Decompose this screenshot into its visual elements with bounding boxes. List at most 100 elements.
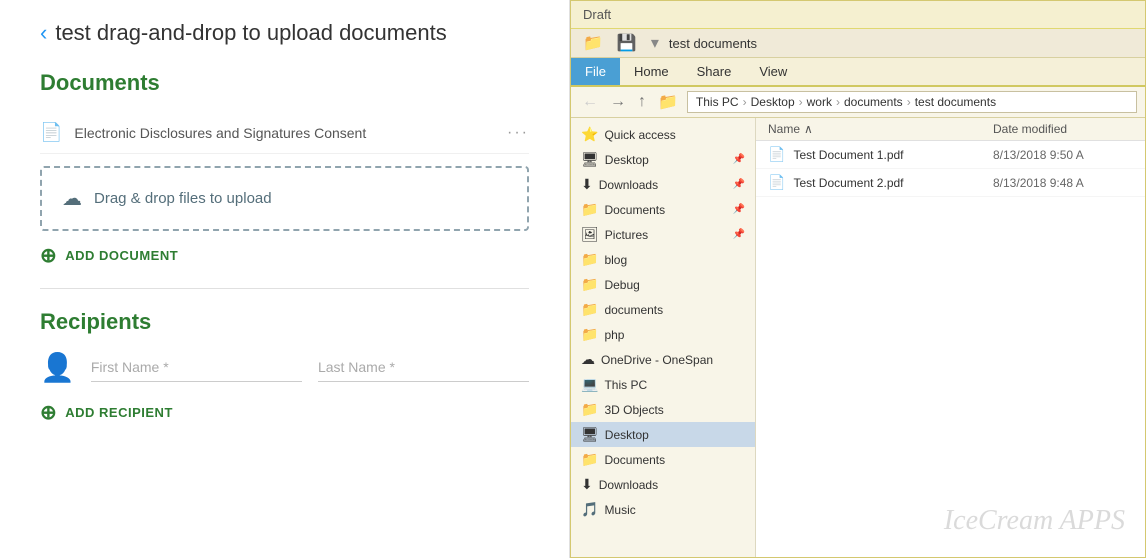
nav-forward-button[interactable]: → — [607, 93, 629, 111]
recipients-heading: Recipients — [40, 309, 529, 335]
file-name-1: Test Document 1.pdf — [793, 148, 993, 162]
pin-icon-4: 📌 — [733, 229, 745, 240]
sidebar-item-desktop[interactable]: 🖥 Desktop — [571, 422, 755, 447]
recipient-row: 👤 — [40, 351, 529, 384]
column-name-header[interactable]: Name ∧ — [768, 122, 993, 136]
page-title: test drag-and-drop to upload documents — [55, 20, 446, 46]
pin-icon-2: 📌 — [733, 179, 745, 190]
downloads-pinned-icon: ⬇ — [581, 176, 593, 193]
sidebar-item-debug[interactable]: 📁 Debug — [571, 272, 755, 297]
sidebar-item-documents-pinned[interactable]: 📁 Documents 📌 — [571, 197, 755, 222]
sidebar-label-php: php — [604, 328, 624, 342]
sidebar-label-pictures: Pictures — [605, 228, 648, 242]
documents-folder-icon: 📁 — [581, 301, 598, 318]
sidebar-label-downloads: Downloads — [599, 478, 658, 492]
breadcrumb-test-documents[interactable]: test documents — [915, 95, 996, 109]
sidebar-item-pictures[interactable]: 🖼 Pictures 📌 — [571, 222, 755, 247]
quick-access-icon: ⭐ — [581, 126, 598, 143]
document-name: Electronic Disclosures and Signatures Co… — [74, 125, 495, 141]
document-icon: 📄 — [40, 122, 62, 143]
sidebar-label-documents-pinned: Documents — [604, 203, 665, 217]
title-arrow-icon: ▾ — [647, 33, 663, 53]
ribbon-tab-share[interactable]: Share — [683, 58, 746, 85]
pictures-icon: 🖼 — [581, 226, 599, 243]
column-date-header[interactable]: Date modified — [993, 122, 1133, 136]
section-divider — [40, 288, 529, 289]
breadcrumb-this-pc[interactable]: This PC — [696, 95, 739, 109]
nav-up-button[interactable]: ↑ — [635, 93, 649, 111]
sidebar-item-desktop-pinned[interactable]: 🖥 Desktop 📌 — [571, 147, 755, 172]
drop-zone[interactable]: ☁ Drag & drop files to upload — [40, 166, 529, 231]
sidebar-item-downloads-pinned[interactable]: ⬇ Downloads 📌 — [571, 172, 755, 197]
sidebar-label-blog: blog — [604, 253, 627, 267]
back-button[interactable]: ‹ test drag-and-drop to upload documents — [40, 20, 529, 46]
documents-pc-icon: 📁 — [581, 451, 598, 468]
this-pc-icon: 💻 — [581, 376, 598, 393]
sidebar-item-blog[interactable]: 📁 blog — [571, 247, 755, 272]
file-explorer: Draft 📁 💾 ▾ test documents File Home Sha… — [570, 0, 1146, 558]
add-document-label: ADD DOCUMENT — [65, 248, 178, 263]
downloads-icon: ⬇ — [581, 476, 593, 493]
drop-zone-label: Drag & drop files to upload — [94, 190, 272, 207]
sidebar-item-documents-pc[interactable]: 📁 Documents — [571, 447, 755, 472]
sidebar-item-music[interactable]: 🎵 Music — [571, 497, 755, 522]
add-recipient-button[interactable]: ⊕ ADD RECIPIENT — [40, 400, 529, 425]
file-list-header: Name ∧ Date modified — [756, 118, 1145, 141]
file-row-2[interactable]: 📄 Test Document 2.pdf 8/13/2018 9:48 A — [756, 169, 1145, 197]
upload-icon: ☁ — [62, 186, 82, 211]
documents-pinned-icon: 📁 — [581, 201, 598, 218]
draft-label: Draft — [583, 7, 611, 22]
explorer-body: ⭐ Quick access 🖥 Desktop 📌 ⬇ Downloads 📌… — [571, 118, 1145, 557]
sidebar-label-documents-pc: Documents — [604, 453, 665, 467]
desktop-pinned-icon: 🖥 — [581, 151, 599, 168]
blog-icon: 📁 — [581, 251, 598, 268]
file-date-2: 8/13/2018 9:48 A — [993, 176, 1133, 190]
breadcrumb-work[interactable]: work — [807, 95, 832, 109]
left-panel: ‹ test drag-and-drop to upload documents… — [0, 0, 570, 558]
music-icon: 🎵 — [581, 501, 598, 518]
name-column-label: Name — [768, 122, 800, 136]
add-recipient-label: ADD RECIPIENT — [65, 405, 173, 420]
debug-icon: 📁 — [581, 276, 598, 293]
breadcrumb-desktop[interactable]: Desktop — [751, 95, 795, 109]
document-menu-button[interactable]: ··· — [507, 124, 529, 142]
sidebar-label-quick-access: Quick access — [604, 128, 675, 142]
file-row[interactable]: 📄 Test Document 1.pdf 8/13/2018 9:50 A — [756, 141, 1145, 169]
nav-back-button[interactable]: ← — [579, 93, 601, 111]
sidebar-item-php[interactable]: 📁 php — [571, 322, 755, 347]
sort-arrow-icon: ∧ — [804, 122, 813, 136]
first-name-field[interactable] — [91, 353, 302, 382]
sidebar-label-downloads-pinned: Downloads — [599, 178, 658, 192]
sidebar-label-this-pc: This PC — [604, 378, 647, 392]
title-save-icon: 💾 — [613, 33, 641, 53]
last-name-field[interactable] — [318, 353, 529, 382]
file-name-2: Test Document 2.pdf — [793, 176, 993, 190]
pin-icon-3: 📌 — [733, 204, 745, 215]
desktop-icon: 🖥 — [581, 426, 599, 443]
sidebar-item-documents-folder[interactable]: 📁 documents — [571, 297, 755, 322]
nav-folder-icon: 📁 — [655, 92, 681, 112]
pin-icon: 📌 — [733, 154, 745, 165]
ribbon-tab-view[interactable]: View — [745, 58, 801, 85]
avatar-icon: 👤 — [40, 351, 75, 384]
explorer-titlebar: 📁 💾 ▾ test documents — [571, 29, 1145, 58]
sidebar-item-quick-access[interactable]: ⭐ Quick access — [571, 122, 755, 147]
breadcrumb-documents[interactable]: documents — [844, 95, 903, 109]
file-list: Name ∧ Date modified 📄 Test Document 1.p… — [756, 118, 1145, 557]
breadcrumb-bar[interactable]: This PC › Desktop › work › documents › t… — [687, 91, 1137, 113]
ribbon-tab-file[interactable]: File — [571, 58, 620, 85]
sidebar-label-debug: Debug — [604, 278, 639, 292]
sidebar-label-music: Music — [604, 503, 635, 517]
add-document-button[interactable]: ⊕ ADD DOCUMENT — [40, 243, 529, 268]
document-item: 📄 Electronic Disclosures and Signatures … — [40, 112, 529, 154]
ribbon-tab-home[interactable]: Home — [620, 58, 683, 85]
file-date-1: 8/13/2018 9:50 A — [993, 148, 1133, 162]
documents-heading: Documents — [40, 70, 529, 96]
sidebar-item-onedrive[interactable]: ☁ OneDrive - OneSpan — [571, 347, 755, 372]
pdf-icon-1: 📄 — [768, 146, 785, 163]
title-folder-icon: 📁 — [579, 33, 607, 53]
onedrive-icon: ☁ — [581, 351, 595, 368]
sidebar-item-this-pc[interactable]: 💻 This PC — [571, 372, 755, 397]
sidebar-item-3d-objects[interactable]: 📁 3D Objects — [571, 397, 755, 422]
sidebar-item-downloads[interactable]: ⬇ Downloads — [571, 472, 755, 497]
